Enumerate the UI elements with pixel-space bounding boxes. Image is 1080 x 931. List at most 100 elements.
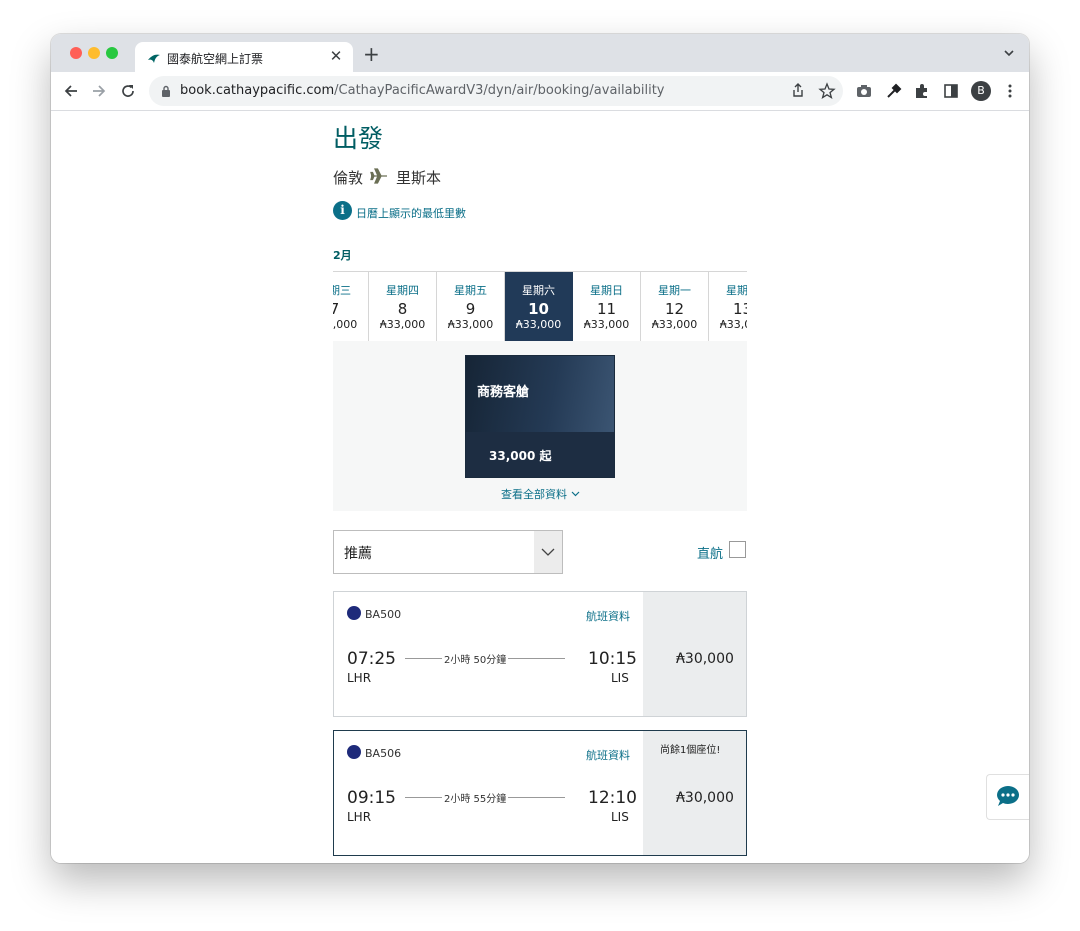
sidepanel-icon[interactable] <box>942 82 960 100</box>
info-icon[interactable]: i <box>333 201 352 220</box>
date-weekday: 星期五 <box>454 284 487 297</box>
date-day: 10 <box>528 300 549 318</box>
destination-city: 里斯本 <box>396 169 442 187</box>
flight-card[interactable]: BA506 航班資料 09:15 LHR 2小時 55分鐘 12:10 LIS … <box>333 730 747 856</box>
flight-duration: 2小時 50分鐘 <box>442 651 509 666</box>
plane-icon <box>370 168 387 184</box>
flight-duration: 2小時 55分鐘 <box>442 790 509 805</box>
cabin-price: 33,000 起 <box>489 449 552 463</box>
month-label: 2月 <box>333 249 352 262</box>
reload-icon[interactable] <box>119 82 137 100</box>
date-day: 9 <box>465 300 476 318</box>
date-weekday: 星期日 <box>590 284 623 297</box>
business-cabin-card[interactable]: 商務客艙 33,000 起 <box>465 355 615 478</box>
dropdown-arrow <box>534 531 562 573</box>
date-day: 11 <box>596 300 617 318</box>
flight-number: BA500 <box>365 608 402 621</box>
eyedropper-icon[interactable] <box>885 82 903 100</box>
plus-icon[interactable]: + <box>363 44 380 64</box>
sort-dropdown[interactable]: 推薦 <box>333 530 563 574</box>
cabin-name: 商務客艙 <box>477 385 530 400</box>
star-icon[interactable] <box>818 82 836 100</box>
flight-info-link[interactable]: 航班資料 <box>586 747 630 763</box>
chat-button[interactable] <box>986 774 1029 820</box>
fare-column[interactable]: ₳30,000 <box>643 592 746 716</box>
airline-logo <box>347 745 361 759</box>
chevron-down-icon <box>571 491 579 497</box>
minimize-window-button[interactable] <box>88 47 100 59</box>
chevron-down-icon <box>541 548 555 556</box>
cabin-panel: 商務客艙 33,000 起 查看全部資料 <box>333 341 747 511</box>
arrival-time: 12:10 <box>588 788 637 808</box>
camera-icon[interactable] <box>855 82 873 100</box>
browser-toolbar: book.cathaypacific.com/CathayPacificAwar… <box>51 72 1029 111</box>
arrival-airport: LIS <box>611 810 629 824</box>
address-bar[interactable]: book.cathaypacific.com/CathayPacificAwar… <box>149 76 843 106</box>
departure-airport: LHR <box>347 671 372 685</box>
date-day: 8 <box>397 300 408 318</box>
departure-time: 07:25 <box>347 649 396 669</box>
date-day: 12 <box>664 300 685 318</box>
profile-avatar[interactable]: B <box>971 81 991 101</box>
back-arrow-icon[interactable] <box>62 82 80 100</box>
date-weekday: 星期二 <box>726 284 747 297</box>
tab-title: 國泰航空網上訂票 <box>167 52 264 66</box>
date-cell[interactable]: 星期四 8 ₳33,000 <box>369 272 437 341</box>
date-price: ₳33,000 <box>583 318 630 331</box>
calendar-note-link[interactable]: 日曆上顯示的最低里數 <box>356 205 466 221</box>
date-day: 13 <box>732 300 747 318</box>
cathay-favicon-icon <box>148 54 160 63</box>
forward-arrow-icon[interactable] <box>90 82 108 100</box>
view-all-link[interactable]: 查看全部資料 <box>501 486 580 502</box>
arrival-airport: LIS <box>611 671 629 685</box>
airline-logo <box>347 606 361 620</box>
date-cell[interactable]: 星期五 9 ₳33,000 <box>437 272 505 341</box>
extensions-icon[interactable] <box>913 82 931 100</box>
url-text: book.cathaypacific.com/CathayPacificAwar… <box>180 83 665 98</box>
date-price: ₳33,000 <box>651 318 698 331</box>
chevron-down-icon[interactable] <box>1003 47 1015 59</box>
departure-time: 09:15 <box>347 788 396 808</box>
date-weekday: 星期四 <box>386 284 419 297</box>
more-vert-icon[interactable] <box>1001 82 1019 100</box>
direct-flight-label: 直航 <box>697 547 724 562</box>
date-cell-selected[interactable]: 星期六 10 ₳33,000 <box>505 272 573 341</box>
tab-strip: 國泰航空網上訂票 ✕ + <box>51 34 1029 72</box>
sort-selected-value: 推薦 <box>344 546 372 562</box>
chat-icon <box>997 785 1019 806</box>
date-price: ₳33,000 <box>447 318 494 331</box>
date-price: ₳33,000 <box>719 318 747 331</box>
date-weekday: 星期一 <box>658 284 691 297</box>
date-carousel: 星期三 7 ₳33,000 星期四 8 ₳33,000 星期五 9 ₳33,00… <box>333 271 747 342</box>
date-day: 7 <box>333 300 368 318</box>
zoom-window-button[interactable] <box>106 47 118 59</box>
lock-icon <box>162 85 170 97</box>
date-cell[interactable]: 星期日 11 ₳33,000 <box>573 272 641 341</box>
seats-left-note: 尚餘1個座位! <box>660 745 721 756</box>
date-weekday: 星期六 <box>522 284 555 297</box>
share-icon[interactable] <box>789 82 807 100</box>
date-cell[interactable]: 星期一 12 ₳33,000 <box>641 272 709 341</box>
fare-column[interactable]: 尚餘1個座位! ₳30,000 <box>643 731 746 855</box>
date-price: ₳33,000 <box>515 318 562 331</box>
fare-price: ₳30,000 <box>676 790 734 806</box>
arrival-time: 10:15 <box>588 649 637 669</box>
flight-number: BA506 <box>365 747 402 760</box>
departure-airport: LHR <box>347 810 372 824</box>
browser-tab[interactable]: 國泰航空網上訂票 ✕ <box>135 42 353 72</box>
origin-city: 倫敦 <box>333 169 364 187</box>
date-price: ₳33,000 <box>333 318 358 331</box>
date-cell[interactable]: 星期三 7 ₳33,000 <box>333 272 369 341</box>
page-content: 出發 倫敦 里斯本 i 日曆上顯示的最低里數 2月 星期三 7 ₳33,000 … <box>51 111 1029 863</box>
close-icon[interactable]: ✕ <box>327 47 345 65</box>
direct-flight-checkbox[interactable] <box>729 541 746 558</box>
fare-price: ₳30,000 <box>676 651 734 667</box>
page-title: 出發 <box>333 124 384 153</box>
close-window-button[interactable] <box>70 47 82 59</box>
date-cell[interactable]: 星期二 13 ₳33,000 <box>709 272 747 341</box>
flight-card[interactable]: BA500 航班資料 07:25 LHR 2小時 50分鐘 10:15 LIS … <box>333 591 747 717</box>
browser-window: 國泰航空網上訂票 ✕ + book.cathaypacific.com/Cath… <box>51 34 1029 863</box>
date-price: ₳33,000 <box>379 318 426 331</box>
date-weekday: 星期三 <box>333 284 351 297</box>
flight-info-link[interactable]: 航班資料 <box>586 608 630 624</box>
